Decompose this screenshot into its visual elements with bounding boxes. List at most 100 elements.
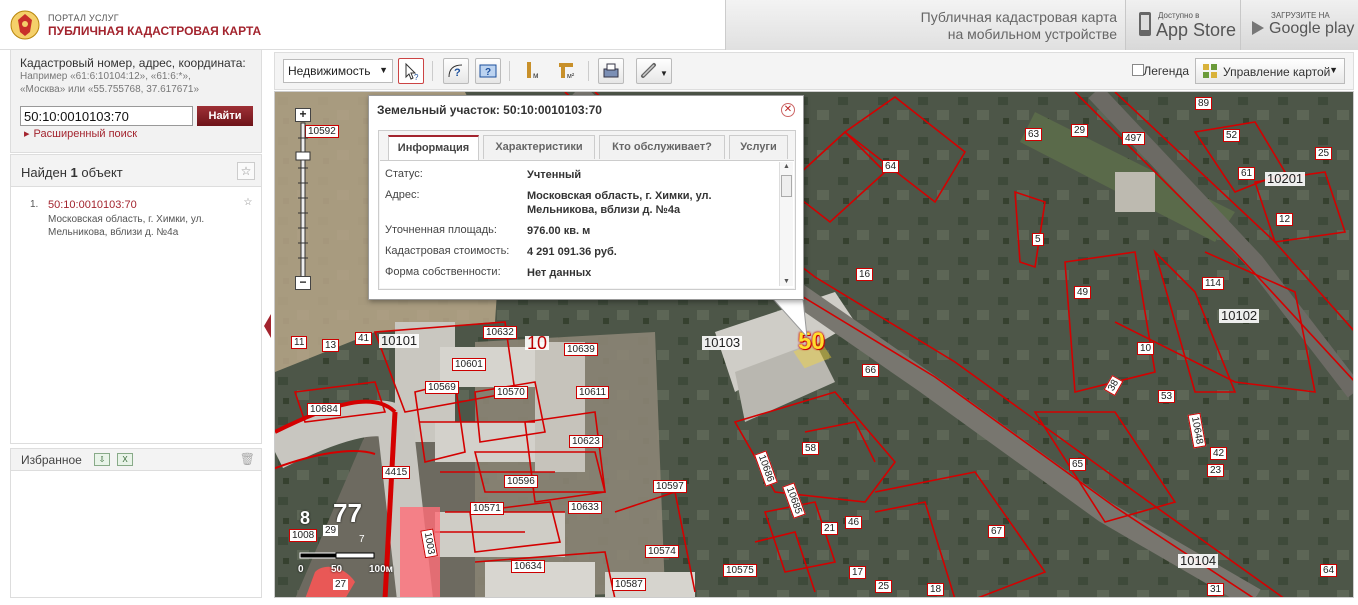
search-input[interactable] bbox=[20, 106, 193, 126]
parcel-number-label: 5 bbox=[1032, 233, 1044, 246]
mobile-promo[interactable]: Публичная кадастровая карта на мобильном… bbox=[725, 0, 1125, 50]
parcel-number-label: 10569 bbox=[425, 381, 459, 394]
parcel-number-label: 29 bbox=[1071, 124, 1089, 137]
parcel-number-label: 10611 bbox=[576, 386, 610, 399]
parcel-number-label: 10575 bbox=[723, 564, 757, 577]
header: ПОРТАЛ УСЛУГ ПУБЛИЧНАЯ КАДАСТРОВАЯ КАРТА… bbox=[0, 0, 1358, 50]
parcel-number-label: 52 bbox=[1223, 129, 1241, 142]
parcel-number-label: 1008 bbox=[289, 529, 318, 542]
parcel-info-popup: Земельный участок: 50:10:0010103:70 ✕ Ин… bbox=[368, 95, 804, 300]
export-excel-icon[interactable]: X bbox=[117, 453, 133, 466]
scroll-down-icon[interactable]: ▼ bbox=[783, 278, 790, 285]
select-tool-button[interactable]: ? bbox=[398, 58, 424, 84]
parcel-number-label: 63 bbox=[1025, 128, 1043, 141]
parcel-number-label: 64 bbox=[1320, 564, 1338, 577]
tab-info[interactable]: Информация bbox=[388, 135, 479, 160]
ruler-icon: м bbox=[527, 62, 539, 80]
search-panel: Кадастровый номер, адрес, координата: На… bbox=[10, 50, 262, 153]
parcel-number-label: 10623 bbox=[569, 435, 603, 448]
googleplay-small-label: ЗАГРУЗИТЕ НА bbox=[1271, 11, 1330, 20]
print-button[interactable] bbox=[598, 58, 624, 84]
star-icon[interactable]: ☆ bbox=[241, 197, 255, 211]
appstore-button[interactable]: Доступно в App Store bbox=[1125, 0, 1240, 50]
scroll-thumb[interactable] bbox=[781, 175, 792, 197]
favorites-panel: Избранное ⇩ X 🗑 bbox=[10, 448, 262, 598]
parcel-number-label: 10570 bbox=[494, 386, 528, 399]
parcel-number-label: 7 bbox=[359, 534, 365, 545]
toolbar: Недвижимость ▼ ? ? ? м м² ▼ Легенда Упра… bbox=[274, 52, 1354, 90]
parcel-number-label: 10587 bbox=[612, 578, 646, 591]
layer-select-value: Недвижимость bbox=[288, 64, 371, 78]
region-label: 77 bbox=[333, 498, 362, 528]
layer-select[interactable]: Недвижимость ▼ bbox=[283, 59, 393, 83]
legend-label[interactable]: Легенда bbox=[1143, 64, 1189, 78]
tab-who-serves[interactable]: Кто обслуживает? bbox=[599, 135, 725, 159]
ownership-value: Нет данных bbox=[527, 267, 592, 279]
parcel-number-label: 114 bbox=[1202, 277, 1224, 290]
popup-body: Информация Характеристики Кто обслуживае… bbox=[378, 130, 796, 290]
zoom-slider[interactable] bbox=[295, 108, 311, 288]
scale-label: 0 bbox=[298, 564, 304, 575]
svg-text:?: ? bbox=[414, 73, 419, 82]
zoom-out-button[interactable]: − bbox=[295, 276, 311, 290]
scroll-up-icon[interactable]: ▲ bbox=[783, 163, 790, 170]
results-panel: Найден 1 объект ☆ 1. 50:10:0010103:70 Мо… bbox=[10, 154, 262, 444]
toolbar-divider bbox=[509, 61, 510, 81]
parcel-number-label: 42 bbox=[1210, 447, 1228, 460]
parcel-number-label: 10633 bbox=[568, 501, 602, 514]
quarter-label: 10102 bbox=[1219, 308, 1260, 323]
results-count: 1 bbox=[70, 165, 78, 180]
trash-icon[interactable]: 🗑 bbox=[240, 452, 255, 466]
parcel-number-label: 497 bbox=[1122, 132, 1145, 145]
result-link[interactable]: 50:10:0010103:70 bbox=[48, 199, 137, 211]
googleplay-button[interactable]: ЗАГРУЗИТЕ НА Google play bbox=[1240, 0, 1358, 50]
box-info-icon: ? bbox=[479, 64, 497, 78]
parcel-number-label: 10601 bbox=[452, 358, 486, 371]
legend-checkbox[interactable] bbox=[1132, 64, 1144, 76]
tab-characteristics[interactable]: Характеристики bbox=[483, 135, 595, 159]
parcel-number-label: 25 bbox=[1315, 147, 1333, 160]
star-icon[interactable]: ☆ bbox=[237, 162, 255, 180]
svg-text:м²: м² bbox=[567, 73, 575, 80]
identify-area-button[interactable]: ? bbox=[443, 58, 469, 84]
parcel-number-label: 64 bbox=[882, 160, 900, 173]
parcel-number-label: 10684 bbox=[307, 403, 341, 416]
collapse-panel-icon[interactable] bbox=[264, 314, 272, 338]
close-icon[interactable]: ✕ bbox=[781, 103, 795, 117]
measure-length-button[interactable]: м bbox=[520, 58, 546, 84]
scale-label: 100м bbox=[369, 564, 394, 575]
emblem-icon[interactable] bbox=[10, 8, 40, 42]
svg-text:м: м bbox=[533, 71, 539, 80]
tab-services[interactable]: Услуги bbox=[729, 135, 788, 159]
zoom-in-button[interactable]: + bbox=[295, 108, 311, 122]
import-icon[interactable]: ⇩ bbox=[94, 453, 110, 466]
region-label: 10 bbox=[525, 333, 550, 353]
map-control-button[interactable]: Управление картой ▼ bbox=[1195, 58, 1345, 84]
chevron-down-icon: ▼ bbox=[1329, 65, 1338, 75]
printer-icon bbox=[603, 63, 619, 78]
status-value: Учтенный bbox=[527, 169, 582, 181]
area-value: 976.00 кв. м bbox=[527, 225, 591, 237]
search-hint: «Москва» или «55.755768, 37.617671» bbox=[20, 84, 200, 95]
region-label: 8 bbox=[300, 508, 311, 528]
parcel-number-label: 49 bbox=[1074, 286, 1092, 299]
svg-text:?: ? bbox=[454, 67, 461, 79]
portal-title[interactable]: ПУБЛИЧНАЯ КАДАСТРОВАЯ КАРТА bbox=[48, 24, 261, 38]
search-button[interactable]: Найти bbox=[197, 106, 253, 126]
parcel-number-label: 46 bbox=[845, 516, 863, 529]
cadastral-cost-value: 4 291 091.36 руб. bbox=[527, 246, 617, 258]
cadastral-cost-label: Кадастровая стоимость: bbox=[385, 245, 510, 257]
scale-label: 50 bbox=[331, 564, 343, 575]
left-panel: Кадастровый номер, адрес, координата: На… bbox=[10, 50, 262, 598]
play-icon bbox=[1252, 21, 1264, 35]
parcel-number-label: 21 bbox=[821, 522, 839, 535]
toolbar-divider bbox=[432, 61, 433, 81]
popup-scrollbar[interactable]: ▲ ▼ bbox=[779, 162, 793, 286]
advanced-search-link[interactable]: Расширенный поиск bbox=[24, 127, 138, 140]
address-label: Адрес: bbox=[385, 189, 420, 201]
link-button[interactable]: ▼ bbox=[636, 58, 672, 84]
area-info-icon: ? bbox=[448, 64, 463, 79]
identify-box-button[interactable]: ? bbox=[475, 58, 501, 84]
measure-area-button[interactable]: м² bbox=[554, 58, 580, 84]
popup-pointer bbox=[773, 299, 808, 339]
